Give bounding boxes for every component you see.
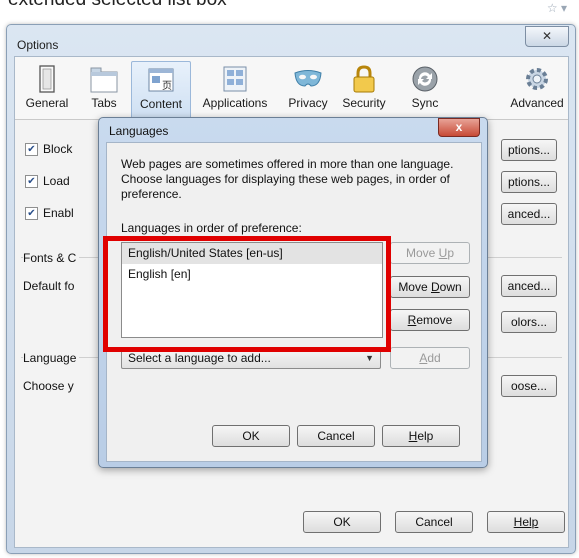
options-button-2[interactable]: ptions... [501,171,557,193]
languages-dialog-client: Web pages are sometimes offered in more … [106,142,482,462]
tab-label: Content [139,97,183,111]
load-label: Load [43,174,70,188]
tab-label: Privacy [288,96,328,110]
cancel-button[interactable]: Cancel [395,511,473,533]
window-controls-glyph: ☆ ▾ [546,1,567,15]
cancel-label: Cancel [415,515,453,529]
choose-button[interactable]: oose... [501,375,557,397]
help-button[interactable]: Help [487,511,565,533]
list-item[interactable]: English/United States [en-us] [122,243,382,264]
ok-button[interactable]: OK [303,511,381,533]
tab-content[interactable]: 页 Content [131,61,191,119]
dialog-help-button[interactable]: Help [382,425,460,447]
padlock-icon [353,65,375,93]
tab-privacy[interactable]: Privacy [279,61,337,117]
remove-button[interactable]: Remove [390,309,470,331]
colors-button[interactable]: olors... [501,311,557,333]
general-icon [39,65,55,93]
enable-label: Enabl [43,206,74,220]
block-checkbox[interactable]: ✔ [25,143,38,156]
tab-label: Sync [411,96,439,110]
fonts-group-label: Fonts & C [23,251,80,265]
languages-list-label: Languages in order of preference: [121,221,302,235]
tab-label: General [25,96,69,110]
options-window-title: Options [17,38,59,52]
tab-general[interactable]: General [18,61,76,117]
chevron-down-icon: ▼ [365,353,374,363]
tab-applications[interactable]: Applications [198,61,272,117]
tab-tabs[interactable]: Tabs [75,61,133,117]
add-button[interactable]: Add [390,347,470,369]
dialog-cancel-button[interactable]: Cancel [297,425,375,447]
dialog-ok-button[interactable]: OK [212,425,290,447]
tab-security[interactable]: Security [335,61,393,117]
close-button[interactable]: ✕ [525,26,569,47]
languages-description: Web pages are sometimes offered in more … [121,157,454,201]
options-toolbar: General Tabs 页 Content Applications Priv… [15,57,568,120]
select-placeholder: Select a language to add... [128,351,271,365]
load-checkbox[interactable]: ✔ [25,175,38,188]
move-down-button[interactable]: Move Down [390,276,470,298]
languages-dialog: Languages x Web pages are sometimes offe… [98,117,488,468]
options-button-1[interactable]: ptions... [501,139,557,161]
default-font-label: Default fo [23,279,75,293]
languages-dialog-title: Languages [109,124,169,138]
block-label: Block [43,142,73,156]
privacy-mask-icon [294,70,322,87]
tab-label: Applications [202,96,268,110]
move-up-button[interactable]: Move Up [390,242,470,264]
tab-label: Security [342,96,386,110]
tab-label: Tabs [91,96,117,110]
dialog-close-button[interactable]: x [438,118,480,137]
applications-icon [223,66,247,92]
gear-icon [526,68,548,90]
choose-languages-label: Choose y [23,379,74,393]
advanced-button-1[interactable]: anced... [501,203,557,225]
content-icon: 页 [148,68,174,92]
languages-listbox[interactable]: English/United States [en-us] English [e… [121,242,383,338]
list-item[interactable]: English [en] [122,264,382,285]
language-select[interactable]: Select a language to add... ▼ [121,347,381,369]
caption-text: extended selected list box" [8,0,233,11]
help-label: Help [513,515,539,529]
languages-group-label: Language [23,351,80,365]
tabs-icon [90,67,118,93]
advanced-button-2[interactable]: anced... [501,275,557,297]
tab-label: Advanced [510,96,564,110]
svg-text:页: 页 [162,80,172,92]
tab-advanced[interactable]: Advanced [507,61,567,117]
sync-icon [412,66,438,92]
enable-checkbox[interactable]: ✔ [25,207,38,220]
tab-sync[interactable]: Sync [396,61,454,117]
